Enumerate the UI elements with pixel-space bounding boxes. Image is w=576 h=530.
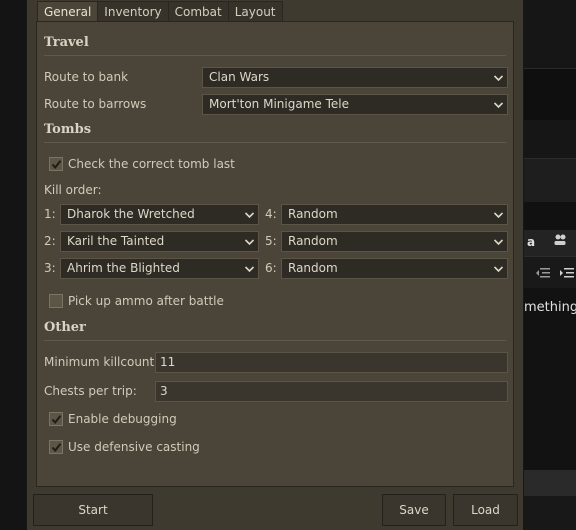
kill-order-1-value: Dharok the Wretched [67,207,195,221]
chests-per-trip-input[interactable]: 3 [155,381,508,402]
bg-header [524,68,576,120]
tab-combat[interactable]: Combat [167,1,229,21]
kill-order-2-value: Karil the Tainted [67,234,165,248]
bg-row [524,120,576,158]
kill-order-6-select[interactable]: Random [281,258,508,279]
bg-row [524,202,576,230]
start-button[interactable]: Start [33,494,153,526]
kill-order-5-select[interactable]: Random [281,231,508,252]
settings-dialog: General Inventory Combat Layout Travel R… [26,0,524,530]
bg-toolbar [524,0,576,68]
bg-editor [524,288,576,488]
chevron-down-icon [245,211,254,219]
tab-inventory[interactable]: Inventory [97,1,169,21]
save-button[interactable]: Save [382,494,446,526]
route-to-barrows-label: Route to barrows [44,97,147,111]
min-killcount-input[interactable]: 11 [155,352,508,373]
kill-order-2-select[interactable]: Karil the Tainted [60,231,259,252]
defensive-casting-label[interactable]: Use defensive casting [68,440,200,454]
bg-row [524,470,576,496]
kill-order-label: Kill order: [44,183,102,197]
route-to-bank-select[interactable]: Clan Wars [202,67,508,88]
section-title-tombs: Tombs [44,122,92,137]
people-icon[interactable] [553,233,567,250]
chevron-down-icon [245,238,254,246]
route-to-barrows-select[interactable]: Mort'ton Minigame Tele [202,94,508,115]
route-to-barrows-value: Mort'ton Minigame Tele [209,97,349,111]
pick-up-ammo-checkbox[interactable] [49,294,63,308]
kill-order-4-select[interactable]: Random [281,204,508,225]
chevron-down-icon [494,101,503,109]
min-killcount-label: Minimum killcount: [44,355,159,369]
order-number: 5: [265,234,277,248]
enable-debugging-checkbox[interactable] [49,412,63,426]
tab-bar: General Inventory Combat Layout [37,1,283,22]
kill-order-4-value: Random [288,207,338,221]
section-title-other: Other [44,320,86,335]
order-number: 6: [265,261,277,275]
chevron-down-icon [494,211,503,219]
pick-up-ammo-label[interactable]: Pick up ammo after battle [68,294,224,308]
order-number: 4: [265,207,277,221]
kill-order-1-select[interactable]: Dharok the Wretched [60,204,259,225]
bg-footer [524,496,576,530]
route-to-bank-value: Clan Wars [209,70,270,84]
section-title-travel: Travel [44,35,89,50]
bg-editor-text: mething [524,300,576,315]
chests-per-trip-label: Chests per trip: [44,384,137,398]
outdent-icon[interactable] [536,267,550,282]
defensive-casting-checkbox[interactable] [49,440,63,454]
tab-general[interactable]: General [37,1,99,22]
chevron-down-icon [494,238,503,246]
indent-icon[interactable] [560,267,574,282]
kill-order-3-value: Ahrim the Blighted [67,261,180,275]
order-number: 2: [44,234,56,248]
divider [44,142,506,143]
route-to-bank-label: Route to bank [44,70,129,84]
general-panel: Travel Route to bank Clan Wars Route to … [36,21,514,487]
kill-order-5-value: Random [288,234,338,248]
bg-letter: a [527,235,536,249]
chevron-down-icon [494,74,503,82]
order-number: 1: [44,207,56,221]
tab-layout[interactable]: Layout [227,1,283,21]
divider [44,340,506,341]
load-button[interactable]: Load [453,494,518,526]
order-number: 3: [44,261,56,275]
check-tomb-last-checkbox[interactable] [49,157,63,171]
enable-debugging-label[interactable]: Enable debugging [68,412,177,426]
kill-order-6-value: Random [288,261,338,275]
divider [44,55,506,56]
check-tomb-last-label[interactable]: Check the correct tomb last [68,157,235,171]
chevron-down-icon [245,265,254,273]
bg-row [524,158,576,202]
kill-order-3-select[interactable]: Ahrim the Blighted [60,258,259,279]
chevron-down-icon [494,265,503,273]
